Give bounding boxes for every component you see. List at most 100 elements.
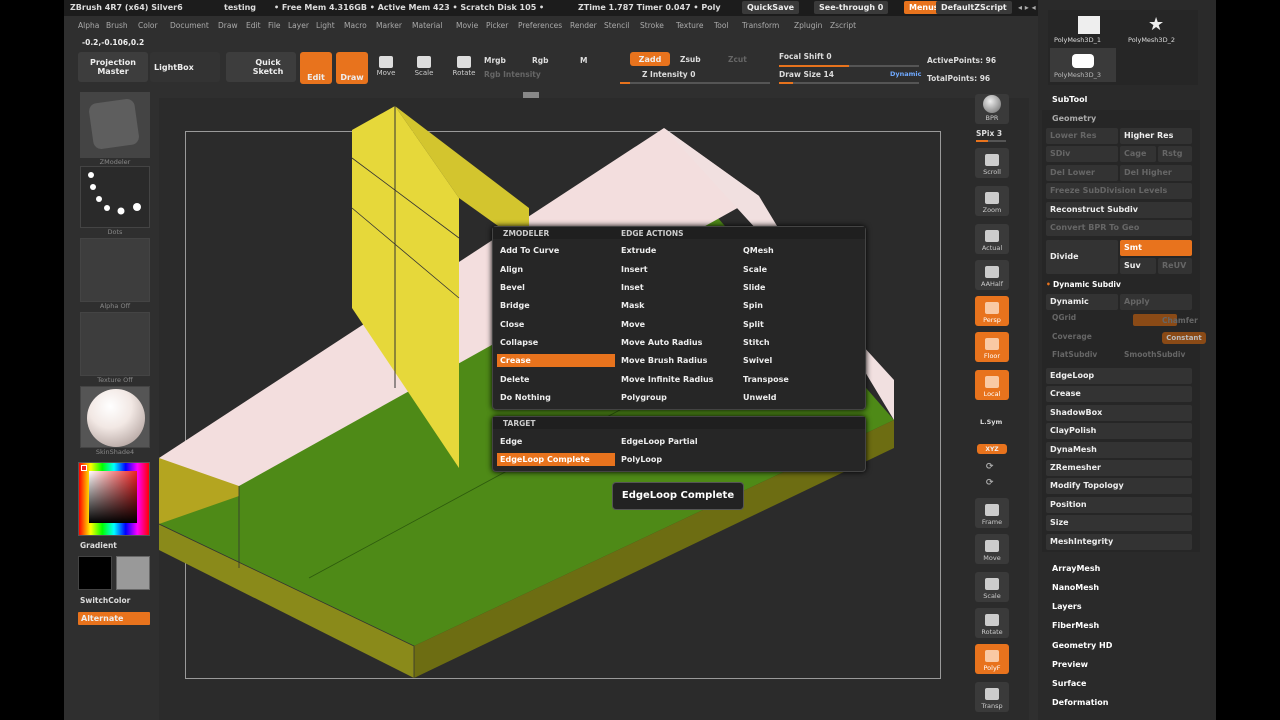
edgeloop-section[interactable]: EdgeLoop (1046, 368, 1192, 384)
action-swivel[interactable]: Swivel (740, 354, 858, 367)
focal-shift-slider[interactable]: Focal Shift 0 (779, 52, 832, 61)
target-edge[interactable]: Edge (497, 435, 615, 448)
shadowbox-section[interactable]: ShadowBox (1046, 405, 1192, 421)
flatsubdiv-slider[interactable]: FlatSubdiv (1052, 350, 1097, 359)
action-delete[interactable]: Delete (497, 373, 615, 386)
zremesher-section[interactable]: ZRemesher (1046, 460, 1192, 476)
thumb-1-name[interactable]: PolyMesh3D_1 (1054, 36, 1101, 44)
action-extrude[interactable]: Extrude (618, 244, 736, 257)
menu-picker[interactable]: Picker (486, 21, 508, 30)
fibermesh-section[interactable]: FiberMesh (1052, 621, 1099, 630)
action-mask[interactable]: Mask (618, 299, 736, 312)
menu-texture[interactable]: Texture (676, 21, 703, 30)
action-add-to-curve[interactable]: Add To Curve (497, 244, 615, 257)
menu-tool[interactable]: Tool (714, 21, 729, 30)
action-qmesh[interactable]: QMesh (740, 244, 858, 257)
menu-zscript[interactable]: Zscript (830, 21, 856, 30)
menu-material[interactable]: Material (412, 21, 442, 30)
zadd-button[interactable]: Zadd (630, 52, 670, 66)
menu-macro[interactable]: Macro (344, 21, 367, 30)
size-section[interactable]: Size (1046, 515, 1192, 531)
rgb-button[interactable]: Rgb (532, 56, 549, 65)
brush-selector[interactable]: ZModeler (80, 92, 150, 166)
higher-res-button[interactable]: Higher Res (1120, 128, 1192, 144)
action-close[interactable]: Close (497, 318, 615, 331)
lsym-button[interactable]: L.Sym (980, 418, 1002, 426)
layers-section[interactable]: Layers (1052, 602, 1082, 611)
menu-edit[interactable]: Edit (246, 21, 261, 30)
menu-brush[interactable]: Brush (106, 21, 128, 30)
reuv-button[interactable]: ReUV (1158, 258, 1192, 274)
action-transpose[interactable]: Transpose (740, 373, 858, 386)
menu-marker[interactable]: Marker (376, 21, 402, 30)
dynamic-toggle[interactable]: Dynamic (890, 70, 922, 78)
nanomesh-section[interactable]: NanoMesh (1052, 583, 1099, 592)
draw-size-slider[interactable]: Draw Size 14 (779, 70, 834, 79)
stroke-selector[interactable]: Dots (80, 166, 150, 236)
menu-stroke[interactable]: Stroke (640, 21, 664, 30)
lightbox-button[interactable]: LightBox (150, 52, 220, 82)
move-mode-button[interactable]: Move (376, 56, 396, 77)
sdiv-slider[interactable]: SDiv (1046, 146, 1118, 162)
meshintegrity-section[interactable]: MeshIntegrity (1046, 534, 1192, 550)
polyf-button[interactable]: PolyF (975, 644, 1009, 674)
arraymesh-section[interactable]: ArrayMesh (1052, 564, 1100, 573)
freeze-subdivision-button[interactable]: Freeze SubDivision Levels (1046, 183, 1192, 199)
convert-bpr-button[interactable]: Convert BPR To Geo (1046, 220, 1192, 236)
smt-toggle[interactable]: Smt (1120, 240, 1192, 256)
quicksave-button[interactable]: QuickSave (742, 1, 800, 14)
current-tool-thumb[interactable]: PolyMesh3D_3 (1050, 48, 1116, 82)
thumb-2-name[interactable]: PolyMesh3D_2 (1128, 36, 1175, 44)
material-selector[interactable]: SkinShade4 (80, 386, 150, 456)
color-square[interactable] (89, 471, 137, 523)
dynamesh-section[interactable]: DynaMesh (1046, 442, 1192, 458)
action-collapse[interactable]: Collapse (497, 336, 615, 349)
scroll-button[interactable]: Scroll (975, 148, 1009, 178)
scale-view-button[interactable]: Scale (975, 572, 1009, 602)
action-align[interactable]: Align (497, 263, 615, 276)
divide-button[interactable]: Divide (1046, 240, 1118, 274)
z-intensity-slider[interactable]: Z Intensity 0 (642, 70, 696, 79)
preview-section[interactable]: Preview (1052, 660, 1088, 669)
aahalf-button[interactable]: AAHalf (975, 260, 1009, 290)
cage-button[interactable]: Cage (1120, 146, 1156, 162)
rotate-axis-icon[interactable]: ⟳ (986, 462, 994, 472)
geometry-hd-section[interactable]: Geometry HD (1052, 641, 1112, 650)
action-spin[interactable]: Spin (740, 299, 858, 312)
draw-mode-button[interactable]: Draw (336, 52, 368, 84)
surface-section[interactable]: Surface (1052, 679, 1086, 688)
quick-sketch-button[interactable]: Quick Sketch (226, 52, 296, 82)
menu-file[interactable]: File (268, 21, 281, 30)
lower-res-button[interactable]: Lower Res (1046, 128, 1118, 144)
rotate-mode-button[interactable]: Rotate (452, 56, 476, 77)
chamfer-toggle[interactable]: Chamfer (1162, 316, 1198, 325)
del-lower-button[interactable]: Del Lower (1046, 165, 1118, 181)
menu-preferences[interactable]: Preferences (518, 21, 562, 30)
action-scale[interactable]: Scale (740, 263, 858, 276)
subtool-section[interactable]: SubTool (1052, 95, 1087, 104)
color-picker[interactable] (78, 462, 150, 536)
menu-zplugin[interactable]: Zplugin (794, 21, 822, 30)
spix-track[interactable] (976, 140, 1006, 142)
action-move[interactable]: Move (618, 318, 736, 331)
apply-button[interactable]: Apply (1120, 294, 1192, 310)
action-move-infinite-radius[interactable]: Move Infinite Radius (618, 373, 736, 386)
qgrid-slider[interactable]: QGrid (1052, 313, 1076, 322)
rotate-view-button[interactable]: Rotate (975, 608, 1009, 638)
texture-selector[interactable]: Texture Off (80, 312, 150, 384)
constant-toggle[interactable]: Constant (1162, 332, 1206, 344)
rstg-button[interactable]: Rstg (1158, 146, 1192, 162)
menu-layer[interactable]: Layer (288, 21, 309, 30)
zsub-button[interactable]: Zsub (680, 55, 701, 64)
dynamic-toggle-button[interactable]: Dynamic (1046, 294, 1118, 310)
action-polygroup[interactable]: Polygroup (618, 391, 736, 404)
gradient-toggle[interactable]: Gradient (80, 541, 117, 550)
rotate-y-icon[interactable]: ⟳ (986, 478, 994, 488)
menu-color[interactable]: Color (138, 21, 158, 30)
coverage-slider[interactable]: Coverage (1052, 332, 1092, 341)
action-move-brush-radius[interactable]: Move Brush Radius (618, 354, 736, 367)
deformation-section[interactable]: Deformation (1052, 698, 1108, 707)
mrgb-button[interactable]: Mrgb (484, 56, 506, 65)
modify-topology-section[interactable]: Modify Topology (1046, 478, 1192, 494)
spix-slider[interactable]: SPix 3 (976, 129, 1002, 138)
